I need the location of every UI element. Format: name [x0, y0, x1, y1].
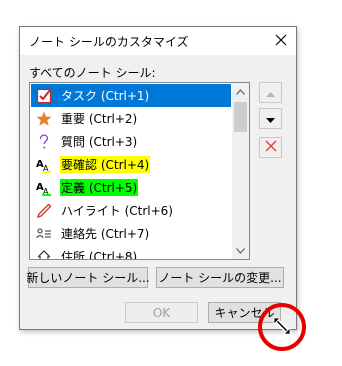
customize-tags-dialog: ノート シールのカスタマイズ すべてのノート シール: タスク (Ctrl+1) — [19, 26, 297, 330]
list-item-label: ハイライト (Ctrl+6) — [61, 204, 173, 218]
list-item[interactable]: タスク (Ctrl+1) — [31, 84, 231, 107]
list-item-label: 連絡先 (Ctrl+7) — [61, 227, 150, 241]
scroll-down-icon[interactable] — [232, 242, 249, 259]
dialog-title: ノート シールのカスタマイズ — [29, 35, 189, 49]
all-tags-label: すべてのノート シール: — [29, 66, 156, 80]
checkbox-icon — [33, 87, 55, 105]
title-bar: ノート シールのカスタマイズ — [20, 27, 296, 55]
list-item[interactable]: 重要 (Ctrl+2) — [31, 107, 231, 130]
list-item-label: 要確認 (Ctrl+4) — [60, 156, 151, 173]
list-item-label: 質問 (Ctrl+3) — [61, 135, 138, 149]
move-down-button[interactable] — [259, 108, 282, 129]
new-tag-button[interactable]: 新しいノート シール... — [26, 267, 150, 288]
list-item[interactable]: 連絡先 (Ctrl+7) — [31, 222, 231, 245]
delete-x-icon — [265, 140, 277, 155]
highlight-text-icon: A A — [33, 179, 55, 197]
tags-listbox[interactable]: タスク (Ctrl+1) 重要 (Ctrl+2) 質問 (Ctrl+3) A A… — [29, 82, 250, 260]
list-item-label: 重要 (Ctrl+2) — [61, 112, 138, 126]
list-scrollbar[interactable] — [232, 83, 249, 259]
annotation-circle — [258, 303, 306, 351]
question-icon — [33, 133, 55, 151]
home-icon — [33, 248, 55, 259]
star-icon — [33, 110, 55, 128]
highlight-text-icon: A A — [33, 156, 55, 174]
ok-button[interactable]: OK — [125, 302, 198, 323]
scroll-thumb[interactable] — [234, 102, 247, 132]
contact-icon — [33, 225, 55, 243]
list-item[interactable]: 住所 (Ctrl+8) — [31, 245, 231, 260]
scroll-up-icon[interactable] — [232, 83, 249, 100]
list-item-label: 定義 (Ctrl+5) — [60, 179, 139, 196]
list-item-label: タスク (Ctrl+1) — [61, 89, 150, 103]
list-item[interactable]: ハイライト (Ctrl+6) — [31, 199, 231, 222]
modify-tag-button[interactable]: ノート シールの変更... — [156, 267, 284, 288]
close-icon[interactable] — [274, 33, 288, 47]
triangle-down-icon — [266, 112, 275, 126]
pen-icon — [33, 202, 55, 220]
list-item[interactable]: A A 要確認 (Ctrl+4) — [31, 153, 231, 176]
list-item-label: 住所 (Ctrl+8) — [61, 250, 138, 260]
list-item[interactable]: 質問 (Ctrl+3) — [31, 130, 231, 153]
list-item[interactable]: A A 定義 (Ctrl+5) — [31, 176, 231, 199]
move-up-button[interactable] — [259, 82, 282, 103]
delete-tag-button[interactable] — [259, 137, 282, 158]
triangle-up-icon — [266, 86, 275, 100]
